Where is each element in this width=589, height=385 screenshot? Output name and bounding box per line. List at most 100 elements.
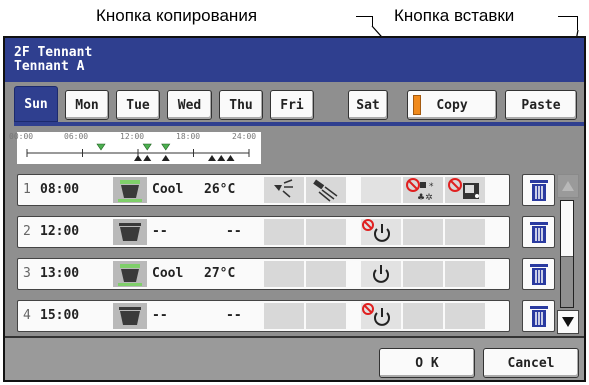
schedule-row-2: 2 12:00 -- -- <box>17 216 555 248</box>
title-tenant: Tennant A <box>14 59 85 74</box>
copy-leader-line <box>356 16 372 17</box>
row-mode: -- <box>152 308 168 323</box>
footer-bar: O K Cancel <box>5 336 584 380</box>
empty-cell <box>403 303 443 329</box>
airflow-direction-icon <box>306 177 346 203</box>
schedule-row-4: 4 15:00 -- -- <box>17 300 555 332</box>
power-icon <box>361 261 401 287</box>
row-mode: Cool <box>152 182 184 197</box>
paste-leader-line <box>558 16 578 17</box>
delete-button[interactable] <box>522 216 555 248</box>
row-temp: 26°C <box>204 182 236 197</box>
paste-button-label: Paste <box>521 97 561 113</box>
schedule-row[interactable]: 3 13:00 Cool 27°C <box>17 258 510 290</box>
scroll-up-button[interactable] <box>557 174 579 198</box>
timeline-graphic <box>26 143 250 161</box>
scroll-track[interactable] <box>560 200 574 308</box>
timeline-marker-event <box>226 155 235 161</box>
schedule-panel: Sun Mon Tue Wed Thu Fri Sat Copy Paste 0… <box>5 82 584 336</box>
copy-button-callout: Кнопка копирования <box>96 6 258 25</box>
row-mode: Cool <box>152 266 184 281</box>
row-time: 15:00 <box>40 308 80 323</box>
empty-cell <box>306 303 346 329</box>
fan-speed-icon <box>264 177 304 203</box>
empty-cell <box>445 303 485 329</box>
indoor-unit-off-icon <box>113 219 147 245</box>
empty-cell <box>445 261 485 287</box>
empty-cell <box>306 261 346 287</box>
schedule-window: 2F Tennant Tennant A Sun Mon Tue Wed Thu… <box>3 36 586 382</box>
row-number: 2 <box>23 224 31 239</box>
timeline-marker-event <box>208 155 216 161</box>
paste-button[interactable]: Paste <box>505 90 577 120</box>
copy-button[interactable]: Copy <box>407 90 497 120</box>
empty-cell <box>403 219 443 245</box>
cancel-button[interactable]: Cancel <box>483 348 579 378</box>
svg-text:*: * <box>429 182 434 192</box>
indoor-unit-off-icon <box>113 303 147 329</box>
row-number: 1 <box>23 182 31 197</box>
schedule-row[interactable]: 2 12:00 -- -- <box>17 216 510 248</box>
timeline-marker-event <box>161 155 170 161</box>
copy-indicator <box>413 95 421 115</box>
prohibit-operation-icon: * ♣✲ <box>403 177 443 203</box>
copy-button-label: Copy <box>436 97 468 113</box>
timeline-marker-event <box>217 155 226 161</box>
row-time: 12:00 <box>40 224 80 239</box>
timeline-marker-event <box>134 155 142 161</box>
timeline-marker-start <box>96 143 106 151</box>
delete-button[interactable] <box>522 174 555 206</box>
row-time: 08:00 <box>40 182 80 197</box>
scroll-thumb[interactable] <box>561 201 573 257</box>
schedule-row-3: 3 13:00 Cool 27°C <box>17 258 555 290</box>
trash-icon <box>529 306 548 327</box>
schedule-row-1: 1 08:00 Cool 26°C * ♣✲ <box>17 174 555 206</box>
row-number: 4 <box>23 308 31 323</box>
timeline-marker-start <box>161 143 171 151</box>
empty-cell <box>403 261 443 287</box>
empty-cell <box>306 219 346 245</box>
empty-cell <box>361 177 401 203</box>
arrow-up-icon <box>562 181 574 191</box>
day-timeline: 00:00 06:00 12:00 18:00 24:00 <box>9 132 261 164</box>
delete-button[interactable] <box>522 258 555 290</box>
svg-text:♣✲: ♣✲ <box>417 193 433 203</box>
tab-sun[interactable]: Sun <box>14 86 58 122</box>
trash-icon <box>529 222 548 243</box>
row-mode: -- <box>152 224 168 239</box>
title-floor: 2F Tennant <box>14 45 93 60</box>
tab-thu[interactable]: Thu <box>219 90 263 120</box>
row-number: 3 <box>23 266 31 281</box>
title-bar: 2F Tennant Tennant A <box>5 38 584 82</box>
tab-wed[interactable]: Wed <box>167 90 212 120</box>
prohibit-power-icon <box>361 303 401 329</box>
indoor-unit-on-icon <box>113 177 147 203</box>
row-temp: -- <box>226 224 242 239</box>
schedule-row[interactable]: 4 15:00 -- -- <box>17 300 510 332</box>
tab-mon[interactable]: Mon <box>65 90 109 120</box>
tab-sat[interactable]: Sat <box>348 90 388 120</box>
tab-underline <box>14 122 584 126</box>
arrow-down-icon <box>562 317 574 327</box>
timeline-marker-event <box>143 155 152 161</box>
ok-button-label: O K <box>415 355 439 371</box>
empty-cell <box>445 219 485 245</box>
prohibit-setting-icon <box>445 177 485 203</box>
scroll-down-button[interactable] <box>557 310 579 334</box>
empty-cell <box>264 261 304 287</box>
delete-button[interactable] <box>522 300 555 332</box>
timeline-marker-start <box>142 143 152 151</box>
ok-button[interactable]: O K <box>379 348 475 378</box>
row-temp: -- <box>226 308 242 323</box>
empty-cell <box>264 219 304 245</box>
indoor-unit-on-icon <box>113 261 147 287</box>
row-temp: 27°C <box>204 266 236 281</box>
trash-icon <box>529 264 548 285</box>
trash-icon <box>529 180 548 201</box>
schedule-row[interactable]: 1 08:00 Cool 26°C * ♣✲ <box>17 174 510 206</box>
empty-cell <box>264 303 304 329</box>
row-time: 13:00 <box>40 266 80 281</box>
tab-fri[interactable]: Fri <box>270 90 314 120</box>
tab-tue[interactable]: Tue <box>116 90 160 120</box>
prohibit-power-icon <box>361 219 401 245</box>
